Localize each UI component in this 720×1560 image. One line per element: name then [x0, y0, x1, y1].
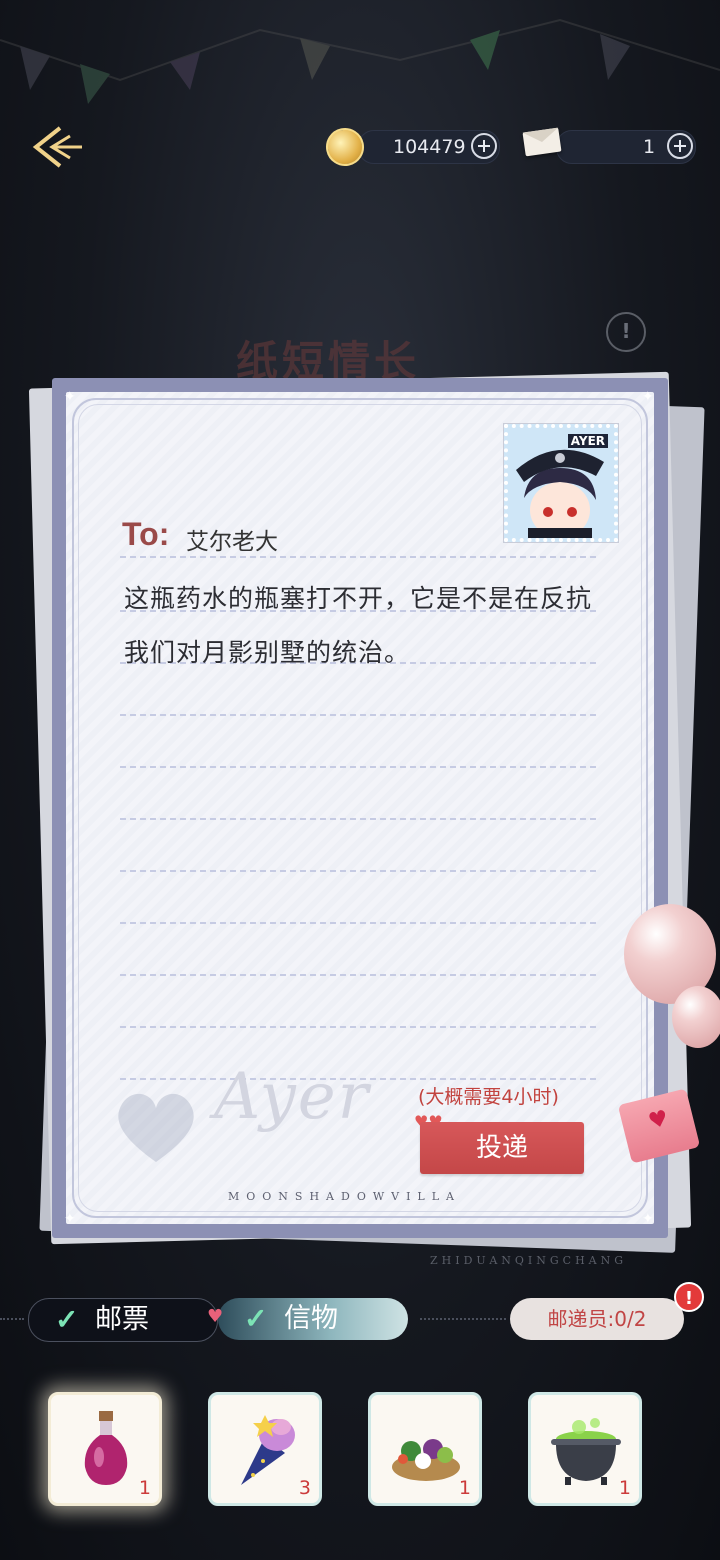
item-quantity: 1: [618, 1477, 631, 1499]
item-quantity: 3: [298, 1477, 311, 1499]
ice-cream-cone-icon: [241, 1415, 295, 1485]
heart-watermark-icon: [118, 1093, 194, 1162]
balloon-icon: [672, 986, 720, 1048]
tab-gifts[interactable]: ✓ 信物: [218, 1298, 408, 1340]
writing-line: [120, 556, 596, 558]
item-slot-cauldron[interactable]: 1: [528, 1392, 642, 1506]
writing-line: [120, 974, 596, 976]
check-icon: ✓: [244, 1302, 268, 1335]
writing-line: [120, 766, 596, 768]
letter-counter: 1: [556, 130, 696, 164]
tab-stamps-label: 邮票: [95, 1304, 149, 1335]
tab-stamps[interactable]: ✓ 邮票: [28, 1298, 218, 1342]
stamp-label: AYER: [567, 434, 608, 448]
tab-gifts-label: 信物: [284, 1303, 338, 1334]
divider: [0, 1318, 24, 1320]
add-coins-plus-icon[interactable]: [471, 133, 497, 159]
item-slot-potion[interactable]: 1: [48, 1392, 162, 1506]
letter-value: 1: [643, 136, 656, 158]
coin-counter: 104479: [358, 130, 500, 164]
heart-icon: ♥: [207, 1306, 224, 1327]
letter-body-line: 这瓶药水的瓶塞打不开，它是不是在反抗: [124, 584, 593, 613]
corner-star-icon: ✦: [64, 1211, 76, 1227]
back-arrow-icon[interactable]: [30, 124, 86, 170]
recipient-name: 艾尔老大: [186, 529, 278, 555]
item-slot-ice-cream[interactable]: 3: [208, 1392, 322, 1506]
writing-line: [120, 1026, 596, 1028]
envelope-icon: [522, 127, 562, 157]
item-quantity: 1: [138, 1477, 151, 1499]
bunting-decoration: [0, 18, 720, 104]
delivery-eta: (大概需要4小时): [418, 1086, 559, 1108]
letter-footer: MOONSHADOWVILLA: [228, 1190, 461, 1203]
corner-star-icon: ✦: [64, 389, 76, 405]
corner-star-icon: ✦: [642, 1211, 654, 1227]
potion-icon: [84, 1411, 128, 1485]
item-quantity: 1: [458, 1477, 471, 1499]
writing-line: [120, 922, 596, 924]
letter-body: 这瓶药水的瓶塞打不开，它是不是在反抗 我们对月影别墅的统治。: [124, 572, 624, 680]
writing-line: [120, 870, 596, 872]
coin-icon: [322, 124, 368, 170]
stamp[interactable]: AYER: [504, 424, 618, 542]
coin-value: 104479: [393, 136, 466, 158]
cauldron-icon: [551, 1418, 621, 1485]
alert-badge: !: [674, 1282, 704, 1312]
background-subtitle: ZHIDUANQINGCHANG: [430, 1254, 628, 1267]
check-icon: ✓: [55, 1303, 79, 1336]
to-label: To:: [122, 516, 170, 552]
writing-line: [120, 714, 596, 716]
add-letters-plus-icon[interactable]: [667, 133, 693, 159]
courier-counter[interactable]: 邮递员:0/2: [510, 1298, 684, 1340]
letter-body-line: 我们对月影别墅的统治。: [124, 638, 411, 667]
send-button[interactable]: 投递: [420, 1122, 584, 1174]
item-slot-vegetables[interactable]: 1: [368, 1392, 482, 1506]
writing-line: [120, 818, 596, 820]
vegetable-plate-icon: [392, 1439, 460, 1481]
divider: [420, 1318, 506, 1320]
signature: Ayer: [214, 1060, 371, 1134]
info-icon[interactable]: !: [606, 312, 646, 352]
corner-star-icon: ✦: [642, 389, 654, 405]
